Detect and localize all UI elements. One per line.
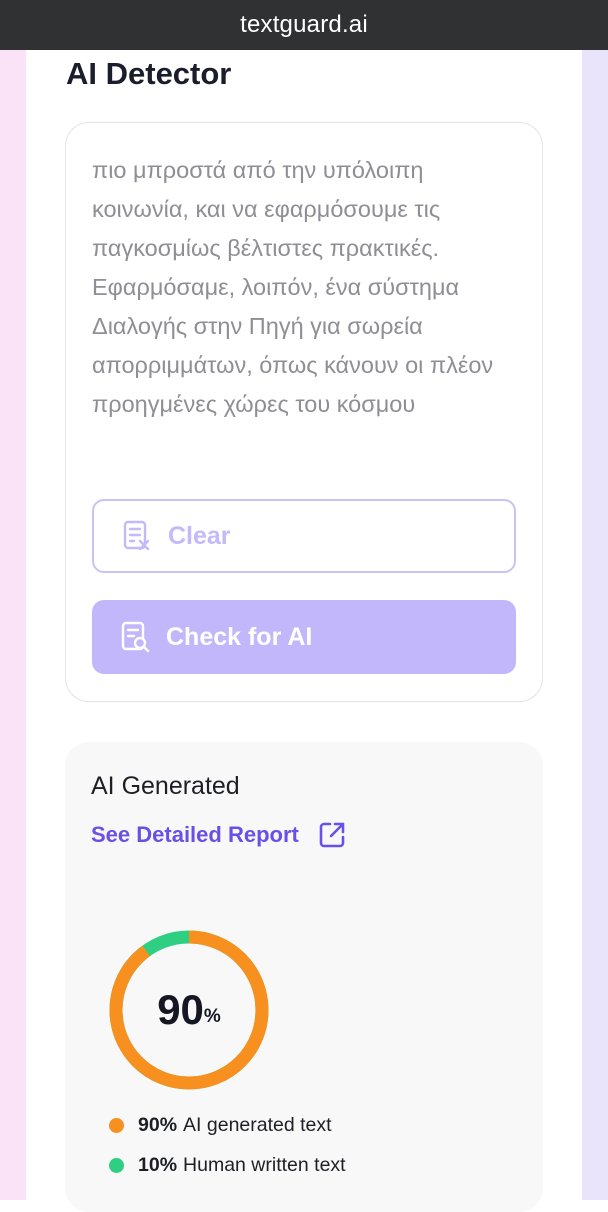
document-search-icon xyxy=(121,621,150,653)
page-title: AI Detector xyxy=(66,56,232,91)
result-label: AI Generated xyxy=(91,772,240,800)
ai-dot-icon xyxy=(109,1118,124,1133)
legend-ai-label: AI generated text xyxy=(183,1114,332,1136)
detailed-report-label: See Detailed Report xyxy=(91,822,299,847)
page-content: AI Detector πιο μπροστά από την υπόλοιπη… xyxy=(26,50,582,1212)
right-margin-background xyxy=(582,50,608,1200)
text-input-card: πιο μπροστά από την υπόλοιπη κοινωνία, κ… xyxy=(65,122,543,702)
left-margin-background xyxy=(0,50,26,1200)
legend-item-human: 10% Human written text xyxy=(109,1154,346,1177)
check-for-ai-button[interactable]: Check for AI xyxy=(92,600,516,674)
result-card: AI Generated See Detailed Report 90 % 90… xyxy=(65,742,543,1212)
legend-human-label: Human written text xyxy=(183,1154,346,1176)
legend-item-ai: 90% AI generated text xyxy=(109,1114,332,1137)
score-unit: % xyxy=(203,1006,221,1027)
clear-button[interactable]: Clear xyxy=(92,499,516,573)
score-number: 90 xyxy=(157,986,204,1033)
text-input-area[interactable]: πιο μπροστά από την υπόλοιπη κοινωνία, κ… xyxy=(92,151,522,424)
detailed-report-link[interactable]: See Detailed Report xyxy=(91,820,347,850)
human-dot-icon xyxy=(109,1158,124,1173)
url-text: textguard.ai xyxy=(240,11,368,38)
clear-button-label: Clear xyxy=(168,521,231,550)
check-for-ai-label: Check for AI xyxy=(166,622,313,651)
score-value: 90 % xyxy=(107,928,271,1092)
legend-human-value: 10% xyxy=(138,1154,178,1176)
legend-ai-value: 90% xyxy=(138,1114,178,1136)
document-clear-icon xyxy=(123,520,150,551)
browser-url-bar[interactable]: textguard.ai xyxy=(0,0,608,50)
external-link-icon xyxy=(319,822,345,848)
